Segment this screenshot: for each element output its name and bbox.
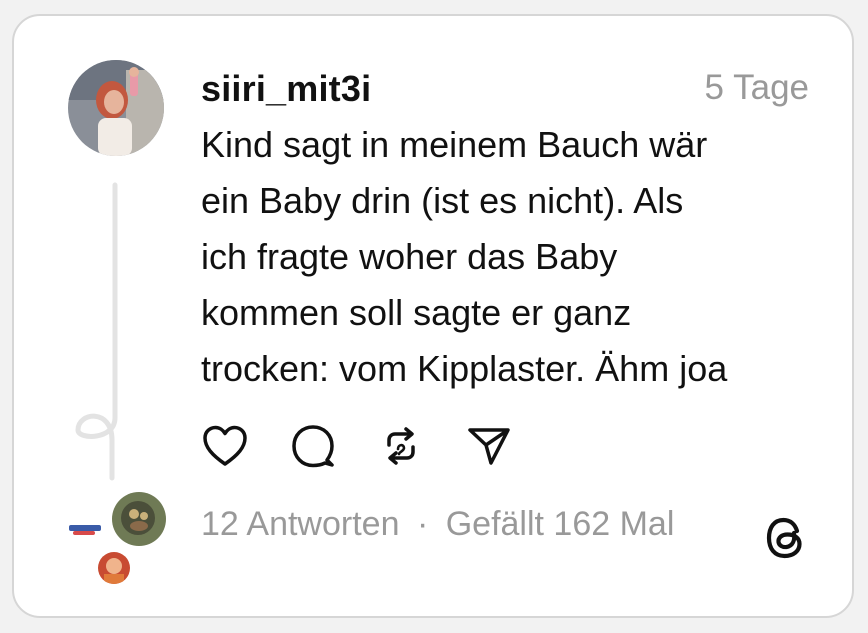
post-timestamp[interactable]: 5 Tage (705, 68, 809, 108)
likes-count[interactable]: Gefällt 162 Mal (446, 505, 675, 543)
send-icon (468, 428, 510, 465)
repost-button[interactable] (375, 420, 427, 472)
threads-logo-icon[interactable] (763, 514, 811, 562)
stats-separator: · (416, 505, 429, 543)
post-actions (199, 420, 551, 472)
replies-count[interactable]: 12 Antworten (201, 505, 399, 543)
reply-avatars[interactable] (60, 490, 170, 590)
like-button[interactable] (199, 420, 251, 472)
post-text-line: Kind sagt in meinem Bauch wär (201, 124, 708, 165)
author-username[interactable]: siiri_mit3i (201, 68, 371, 110)
post-body: Kind sagt in meinem Bauch wär ein Baby d… (201, 117, 811, 397)
post-text-line: ein Baby drin (ist es nicht). Als (201, 180, 684, 221)
repost-icon (387, 427, 415, 465)
share-button[interactable] (463, 420, 515, 472)
author-avatar[interactable] (68, 60, 164, 156)
reply-avatar (65, 516, 105, 542)
reply-avatar (112, 492, 166, 546)
post-text-line: kommen soll sagte er ganz (201, 292, 632, 333)
post-text-line: ich fragte woher das Baby (201, 236, 618, 277)
comment-bubble-icon (292, 425, 334, 468)
heart-icon (203, 425, 247, 466)
reply-avatar (98, 552, 130, 584)
post-stats: 12 Antworten · Gefällt 162 Mal (201, 505, 674, 544)
post-text-line: trocken: vom Kipplaster. Ähm joa (201, 348, 728, 389)
comment-button[interactable] (287, 420, 339, 472)
